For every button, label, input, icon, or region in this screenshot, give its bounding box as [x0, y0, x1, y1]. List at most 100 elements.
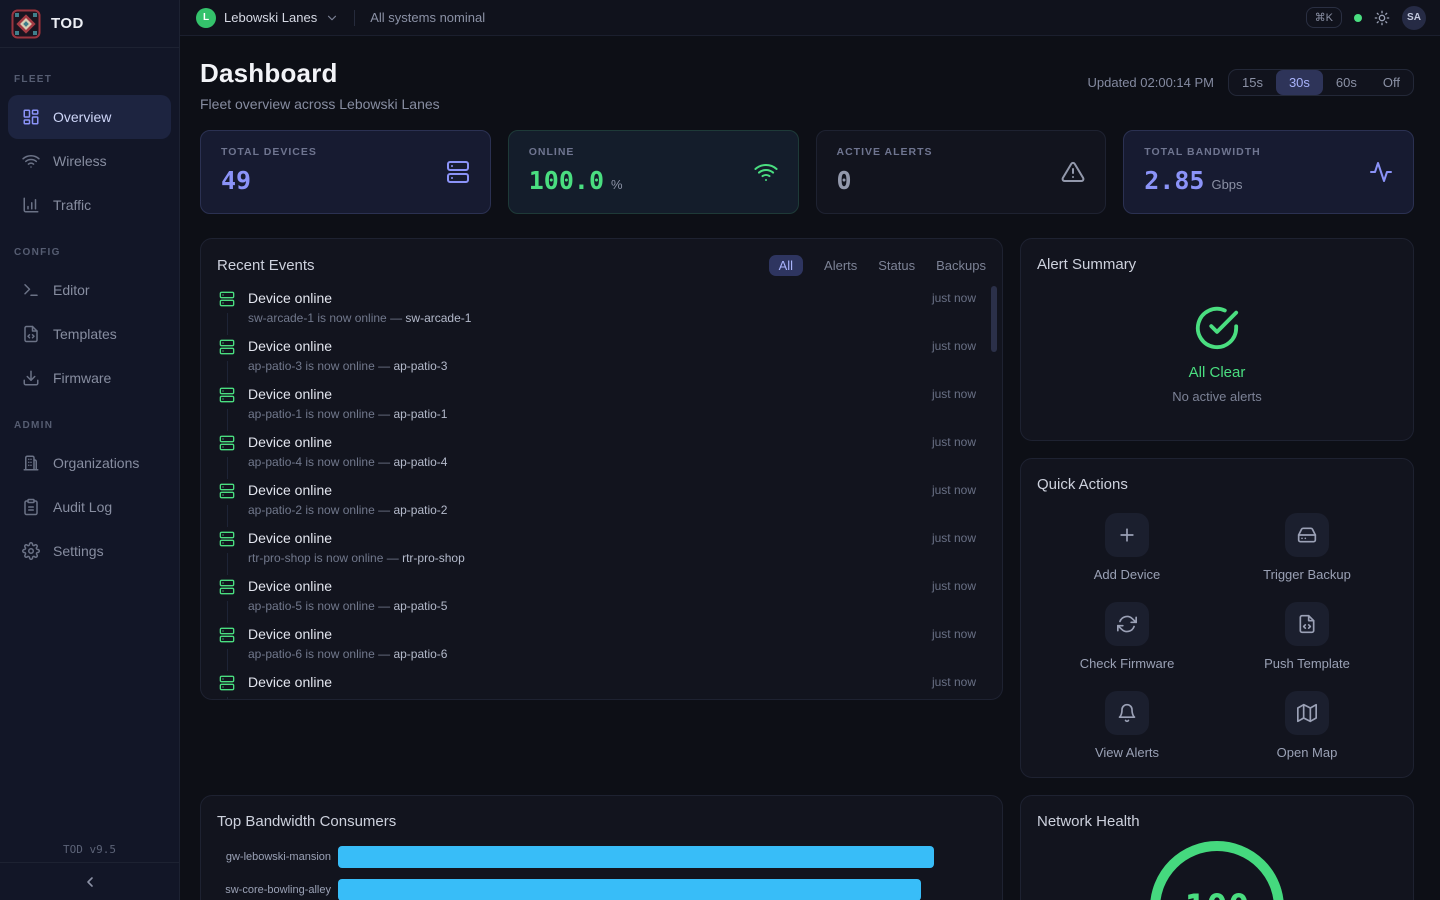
event-type-icon-wrap	[219, 431, 235, 457]
updated-timestamp: Updated 02:00:14 PM	[1088, 75, 1214, 90]
event-timestamp: just now	[932, 627, 976, 641]
server-icon	[219, 291, 235, 307]
stat-unit: %	[611, 177, 623, 192]
network-health-title: Network Health	[1037, 812, 1397, 832]
stat-label: ONLINE	[529, 146, 778, 158]
quick-action-view-alerts[interactable]: View Alerts	[1037, 691, 1217, 760]
event-row: Device onlinertr-pro-shop is now online …	[217, 527, 986, 575]
sidebar: TOD FLEETOverviewWirelessTrafficCONFIGEd…	[0, 0, 180, 900]
event-detail: rtr-pro-shop is now online	[248, 551, 383, 565]
refresh-interval-control: 15s30s60sOff	[1228, 69, 1414, 96]
bell-icon	[1117, 703, 1137, 723]
event-device-name: ap-patio-2	[393, 503, 447, 517]
event-timestamp: just now	[932, 387, 976, 401]
activity-icon	[1369, 160, 1393, 184]
event-separator: —	[378, 503, 390, 517]
event-type-icon-wrap	[219, 479, 235, 505]
topbar-right: ⌘K SA	[1306, 6, 1426, 30]
sidebar-item-wireless[interactable]: Wireless	[8, 139, 171, 183]
event-separator: —	[378, 407, 390, 421]
hard-drive-icon	[1297, 525, 1317, 545]
file-code-icon	[1297, 614, 1317, 634]
event-detail: ap-patio-5 is now online	[248, 599, 375, 613]
event-timestamp: just now	[932, 579, 976, 593]
sidebar-item-audit-log[interactable]: Audit Log	[8, 485, 171, 529]
sidebar-item-traffic[interactable]: Traffic	[8, 183, 171, 227]
event-detail: ap-patio-1 is now online	[248, 407, 375, 421]
event-title: Device online	[248, 289, 932, 307]
event-title: Device online	[248, 625, 932, 643]
quick-action-label: Check Firmware	[1080, 656, 1175, 671]
alert-summary-panel: Alert Summary All Clear No active alerts	[1020, 238, 1414, 441]
sun-icon	[1374, 10, 1390, 26]
event-separator: —	[378, 647, 390, 661]
event-type-icon-wrap	[219, 383, 235, 409]
topbar-left: L Lebowski Lanes All systems nominal	[196, 8, 485, 28]
event-title: Device online	[248, 385, 932, 403]
event-device-name: ap-patio-4	[393, 455, 447, 469]
server-icon	[219, 435, 235, 451]
events-filter-status[interactable]: Status	[878, 258, 915, 273]
bandwidth-row: sw-core-bowling-alley	[217, 879, 986, 900]
stat-label: TOTAL BANDWIDTH	[1144, 146, 1393, 158]
refresh-interval-15s[interactable]: 15s	[1229, 70, 1276, 95]
event-row: Device onlineap-patio-4 is now online — …	[217, 431, 986, 479]
plus-icon	[1117, 525, 1137, 545]
command-palette-shortcut[interactable]: ⌘K	[1306, 7, 1342, 28]
quick-action-check-firmware[interactable]: Check Firmware	[1037, 602, 1217, 671]
quick-actions-panel: Quick Actions Add DeviceTrigger BackupCh…	[1020, 458, 1414, 778]
refresh-interval-60s[interactable]: 60s	[1323, 70, 1370, 95]
event-timestamp: just now	[932, 675, 976, 689]
sidebar-collapse-button[interactable]	[0, 862, 179, 900]
sidebar-item-organizations[interactable]: Organizations	[8, 441, 171, 485]
event-device-name: ap-patio-6	[393, 647, 447, 661]
bandwidth-bar	[338, 846, 934, 868]
events-filter-all[interactable]: All	[769, 255, 803, 276]
sidebar-item-label: Wireless	[53, 153, 107, 169]
bandwidth-row: gw-lebowski-mansion	[217, 846, 986, 868]
stat-card-active-alerts: ACTIVE ALERTS0	[816, 130, 1107, 214]
theme-toggle-button[interactable]	[1374, 10, 1390, 26]
refresh-interval-30s[interactable]: 30s	[1276, 70, 1323, 95]
sidebar-item-firmware[interactable]: Firmware	[8, 356, 171, 400]
building-icon	[22, 454, 40, 472]
sidebar-item-settings[interactable]: Settings	[8, 529, 171, 573]
alert-triangle-icon	[1061, 160, 1085, 184]
quick-action-trigger-backup[interactable]: Trigger Backup	[1217, 513, 1397, 582]
wifi-icon	[22, 152, 40, 170]
file-code-icon	[22, 325, 40, 343]
sidebar-item-editor[interactable]: Editor	[8, 268, 171, 312]
sidebar-item-templates[interactable]: Templates	[8, 312, 171, 356]
quick-action-add-device[interactable]: Add Device	[1037, 513, 1217, 582]
check-circle-icon	[1194, 305, 1240, 351]
events-scrollbar[interactable]	[991, 286, 997, 352]
event-row: Device onlineap-patio-2 is now online — …	[217, 479, 986, 527]
event-type-icon-wrap	[219, 623, 235, 649]
quick-action-label: Push Template	[1264, 656, 1350, 671]
event-detail: ap-patio-4 is now online	[248, 455, 375, 469]
sidebar-item-overview[interactable]: Overview	[8, 95, 171, 139]
bandwidth-bar-track	[338, 879, 986, 900]
page-subtitle: Fleet overview across Lebowski Lanes	[200, 96, 440, 112]
event-row: Device onlineap-patio-5 is now online — …	[217, 575, 986, 623]
event-separator: —	[390, 311, 402, 325]
event-timestamp: just now	[932, 531, 976, 545]
refresh-interval-off[interactable]: Off	[1370, 70, 1413, 95]
events-filter-backups[interactable]: Backups	[936, 258, 986, 273]
dashboard-icon	[22, 108, 40, 126]
event-list: Device onlinesw-arcade-1 is now online —…	[217, 287, 986, 700]
stat-card-online: ONLINE100.0%	[508, 130, 799, 214]
bandwidth-device-label: sw-core-bowling-alley	[217, 884, 331, 896]
user-avatar[interactable]: SA	[1402, 6, 1426, 30]
network-health-panel: Network Health 100	[1020, 795, 1414, 900]
events-filter-alerts[interactable]: Alerts	[824, 258, 857, 273]
quick-action-tile	[1105, 513, 1149, 557]
quick-action-open-map[interactable]: Open Map	[1217, 691, 1397, 760]
event-timestamp: just now	[932, 339, 976, 353]
event-title: Device online	[248, 433, 932, 451]
topbar-divider	[354, 10, 355, 26]
org-switcher[interactable]: L Lebowski Lanes	[196, 8, 339, 28]
gear-icon	[22, 542, 40, 560]
server-icon	[219, 675, 235, 691]
quick-action-push-template[interactable]: Push Template	[1217, 602, 1397, 671]
